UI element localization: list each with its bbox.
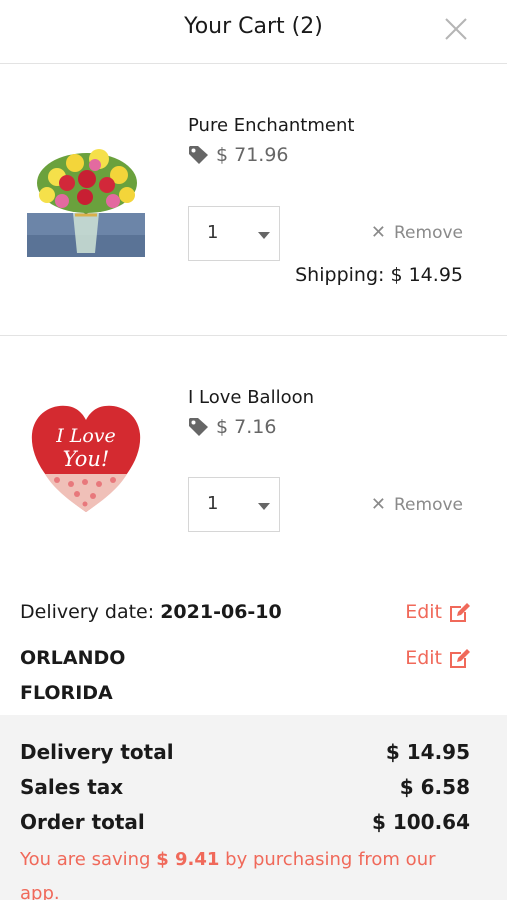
- edit-address-button[interactable]: Edit: [405, 647, 472, 669]
- shipping-info: Shipping: $ 14.95: [295, 264, 463, 286]
- delivery-total-value: $ 14.95: [385, 740, 470, 764]
- remove-button[interactable]: ✕ Remove: [371, 494, 463, 515]
- delivery-total-label: Delivery total: [20, 740, 174, 764]
- remove-label: Remove: [394, 222, 463, 243]
- close-icon: [445, 18, 467, 40]
- order-total-label: Order total: [20, 810, 145, 834]
- edit-date-button[interactable]: Edit: [405, 601, 472, 623]
- quantity-value: 1: [207, 493, 219, 514]
- delivery-date-label: Delivery date:: [20, 601, 155, 623]
- cart-header: Your Cart (2): [0, 0, 507, 64]
- remove-button[interactable]: ✕ Remove: [371, 222, 463, 243]
- balloon-text-line-2: You!: [63, 447, 110, 471]
- edit-label: Edit: [405, 647, 442, 669]
- saving-prefix: You are saving: [20, 849, 151, 870]
- sales-tax-label: Sales tax: [20, 775, 124, 799]
- chevron-down-icon: [258, 232, 270, 239]
- balloon-text-line-1: I Love: [55, 425, 116, 447]
- shipping-label: Shipping:: [295, 264, 385, 286]
- order-summary: Delivery total $ 14.95 Sales tax $ 6.58 …: [0, 715, 507, 900]
- savings-message: You are saving $ 9.41 by purchasing from…: [20, 843, 460, 900]
- close-button[interactable]: [443, 16, 469, 42]
- delivery-total-row: Delivery total $ 14.95: [20, 740, 470, 764]
- saving-amount: $ 9.41: [156, 849, 220, 870]
- item-name[interactable]: I Love Balloon: [188, 387, 314, 408]
- sales-tax-row: Sales tax $ 6.58: [20, 775, 470, 799]
- order-total-row: Order total $ 100.64: [20, 810, 470, 834]
- item-price-value: $ 71.96: [216, 144, 289, 166]
- item-price: $ 7.16: [188, 416, 276, 438]
- product-image-bouquet[interactable]: [27, 135, 145, 257]
- delivery-city: ORLANDO: [20, 647, 126, 669]
- quantity-select[interactable]: 1: [188, 206, 280, 261]
- item-price: $ 71.96: [188, 144, 289, 166]
- item-price-value: $ 7.16: [216, 416, 277, 438]
- price-tag-icon: [189, 418, 208, 436]
- product-image-balloon[interactable]: I Love You!: [27, 400, 145, 522]
- chevron-down-icon: [258, 503, 270, 510]
- cart-item: Pure Enchantment $ 71.96 1 ✕ Remove Ship…: [0, 65, 507, 336]
- order-total-value: $ 100.64: [371, 810, 470, 834]
- quantity-select[interactable]: 1: [188, 477, 280, 532]
- delivery-date-value: 2021-06-10: [160, 601, 282, 623]
- shipping-value: $ 14.95: [390, 264, 463, 286]
- remove-label: Remove: [394, 494, 463, 515]
- quantity-value: 1: [207, 222, 219, 243]
- delivery-date: Delivery date: 2021-06-10: [20, 601, 282, 623]
- close-icon: ✕: [370, 222, 386, 243]
- price-tag-icon: [189, 146, 208, 164]
- sales-tax-value: $ 6.58: [399, 775, 470, 799]
- item-name[interactable]: Pure Enchantment: [188, 115, 354, 136]
- edit-icon: [450, 649, 470, 668]
- cart-item: I Love You! I Love Balloon $ 7.16 1 ✕ Re…: [0, 337, 507, 567]
- close-icon: ✕: [370, 494, 386, 515]
- edit-icon: [450, 603, 470, 622]
- edit-label: Edit: [405, 601, 442, 623]
- delivery-state: FLORIDA: [20, 682, 113, 704]
- page-title: Your Cart (2): [184, 14, 323, 39]
